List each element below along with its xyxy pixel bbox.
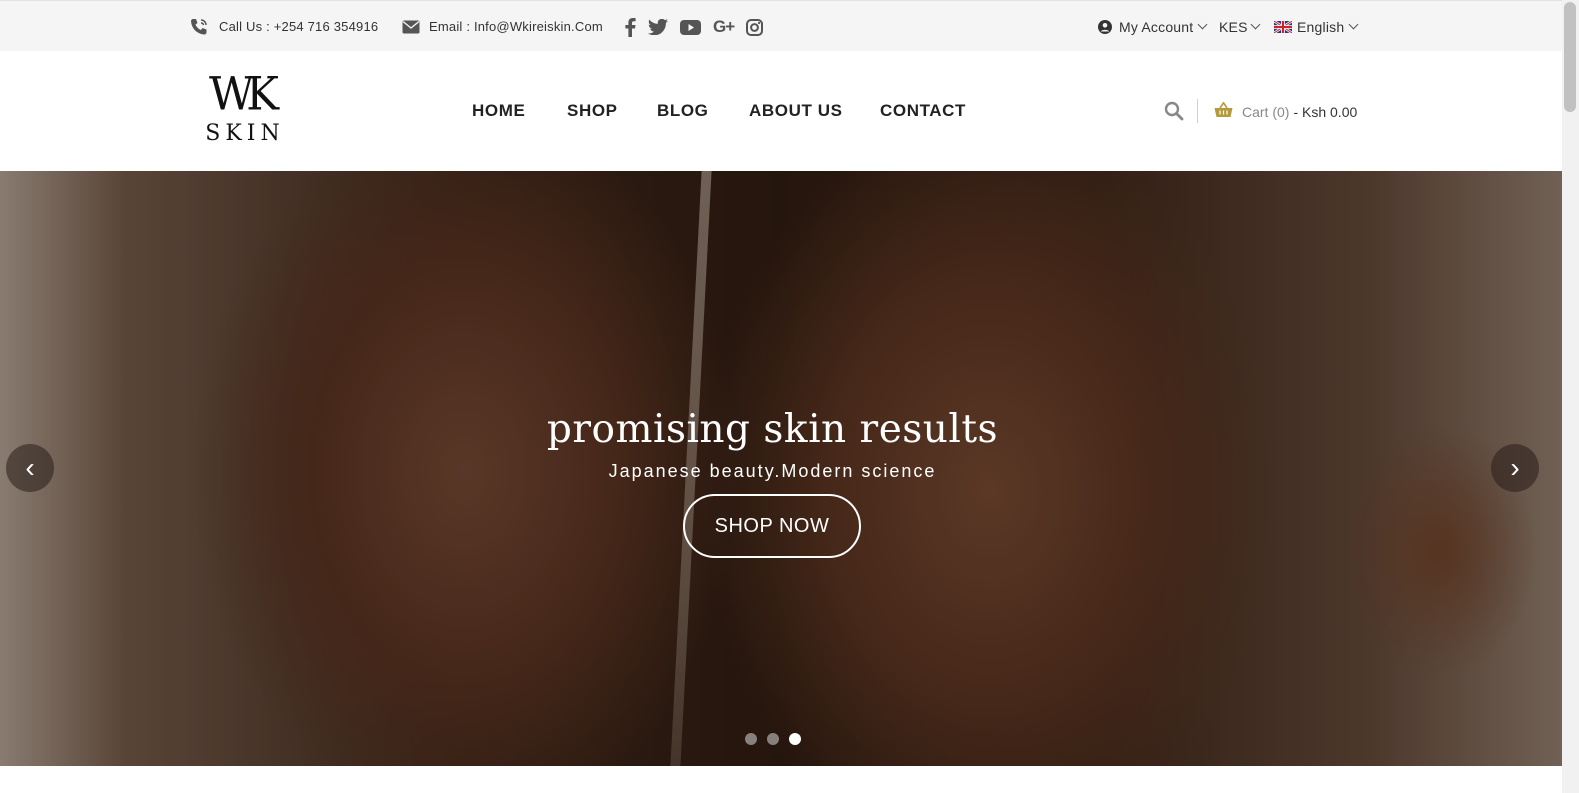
my-account-dropdown[interactable]: My Account: [1098, 1, 1208, 52]
slider-dot-1[interactable]: [745, 733, 757, 745]
google-plus-icon[interactable]: G+: [713, 17, 735, 37]
logo-mark: WK: [208, 67, 279, 122]
slider-dot-2[interactable]: [767, 733, 779, 745]
phone-icon: [189, 17, 209, 37]
nav-item-blog[interactable]: BLOG: [657, 101, 709, 121]
scrollbar-thumb[interactable]: [1564, 2, 1576, 112]
logo[interactable]: WK SKIN: [201, 71, 285, 149]
logo-word: SKIN: [205, 121, 285, 146]
language-label: English: [1297, 18, 1345, 35]
hero-title: promising skin results: [546, 407, 999, 452]
slider-next-button[interactable]: ›: [1491, 444, 1539, 492]
currency-label: KES: [1219, 18, 1248, 35]
slider-prev-button[interactable]: ‹: [6, 444, 54, 492]
facebook-icon[interactable]: [624, 17, 636, 37]
header-divider: [1197, 99, 1198, 123]
hero-slider: promising skin results Japanese beauty.M…: [0, 171, 1562, 766]
cart-count: Cart (0): [1242, 103, 1290, 120]
cart-amount: - Ksh 0.00: [1293, 103, 1358, 120]
language-dropdown[interactable]: English: [1274, 1, 1359, 52]
chevron-down-icon: [1348, 19, 1359, 30]
shop-now-button[interactable]: SHOP NOW: [683, 494, 861, 558]
page-scrollbar[interactable]: [1562, 0, 1579, 793]
email-contact[interactable]: Email : Info@Wkireiskin.Com: [402, 1, 603, 52]
email-label: Email : Info@Wkireiskin.Com: [429, 19, 603, 34]
chevron-down-icon: [1250, 19, 1261, 30]
my-account-label: My Account: [1119, 18, 1194, 35]
uk-flag-icon: [1274, 20, 1292, 33]
youtube-icon[interactable]: [680, 19, 701, 35]
slider-dots: [745, 733, 801, 745]
site-header: WK SKIN HOME SHOP BLOG ABOUT US CONTACT …: [0, 51, 1562, 171]
nav-item-contact[interactable]: CONTACT: [880, 101, 966, 121]
phone-contact[interactable]: Call Us : +254 716 354916: [189, 1, 378, 52]
cart-link[interactable]: Cart (0) - Ksh 0.00: [1214, 101, 1358, 121]
nav-item-about-us[interactable]: ABOUT US: [749, 101, 843, 121]
instagram-icon[interactable]: [746, 18, 764, 36]
envelope-icon: [402, 20, 420, 34]
twitter-icon[interactable]: [648, 19, 668, 35]
search-icon[interactable]: [1164, 101, 1184, 126]
user-icon: [1098, 19, 1112, 34]
nav-item-home[interactable]: HOME: [472, 101, 525, 121]
hero-subtitle: Japanese beauty.Modern science: [608, 461, 937, 481]
nav-item-shop[interactable]: SHOP: [567, 101, 618, 121]
basket-icon: [1214, 101, 1233, 121]
slider-dot-3[interactable]: [789, 733, 801, 745]
phone-label: Call Us : +254 716 354916: [219, 19, 379, 34]
social-links: G+: [624, 17, 764, 37]
currency-dropdown[interactable]: KES: [1219, 1, 1261, 52]
top-bar: Call Us : +254 716 354916 Email : Info@W…: [0, 0, 1562, 51]
chevron-down-icon: [1197, 19, 1208, 30]
